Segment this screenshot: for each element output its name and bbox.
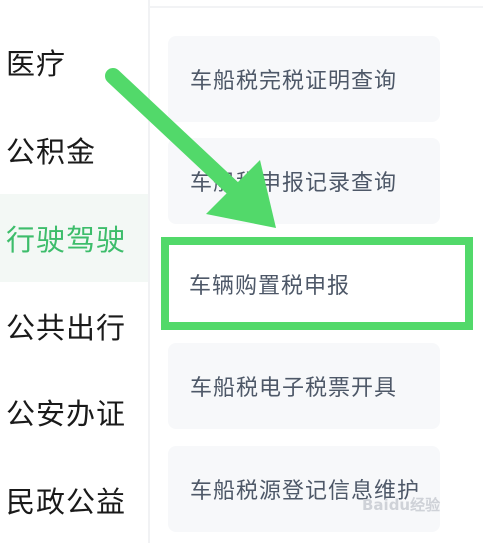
sidebar-item-civil-affairs[interactable]: 民政公益	[0, 456, 148, 544]
service-item-vehicle-purchase-tax-declaration[interactable]: 车辆购置税申报	[161, 237, 473, 330]
sidebar-item-label: 公共出行	[6, 311, 127, 345]
sidebar-item-medical[interactable]: 医疗	[0, 18, 148, 106]
service-item-label: 车船税申报记录查询	[190, 171, 398, 196]
sidebar-item-label: 医疗	[6, 47, 67, 81]
sidebar-item-housing-fund[interactable]: 公积金	[0, 106, 148, 194]
service-item-vessel-tax-certificate-query[interactable]: 车船税完税证明查询	[168, 36, 440, 122]
panel-top-border	[150, 0, 483, 8]
sidebar-item-police-certificates[interactable]: 公安办证	[0, 368, 148, 456]
service-item-vessel-tax-declaration-records[interactable]: 车船税申报记录查询	[168, 138, 440, 224]
sidebar-item-label: 民政公益	[6, 485, 127, 519]
sidebar-item-public-transit[interactable]: 公共出行	[0, 282, 148, 370]
service-item-label: 车船税电子税票开具	[190, 376, 398, 401]
service-item-vessel-tax-source-registration[interactable]: 车船税源登记信息维护	[168, 446, 440, 532]
sidebar-item-driving[interactable]: 行驶驾驶	[0, 194, 148, 282]
service-item-label: 车船税完税证明查询	[190, 69, 398, 94]
category-sidebar: 医疗 公积金 行驶驾驶 公共出行 公安办证 民政公益	[0, 0, 148, 543]
service-item-label: 车辆购置税申报	[189, 273, 351, 299]
sidebar-item-label: 行驶驾驶	[6, 223, 127, 257]
watermark: Baidu经验	[362, 496, 441, 514]
service-item-vessel-tax-e-ticket[interactable]: 车船税电子税票开具	[168, 343, 440, 429]
sidebar-item-label: 公安办证	[6, 397, 127, 431]
sidebar-item-label: 公积金	[6, 135, 97, 169]
